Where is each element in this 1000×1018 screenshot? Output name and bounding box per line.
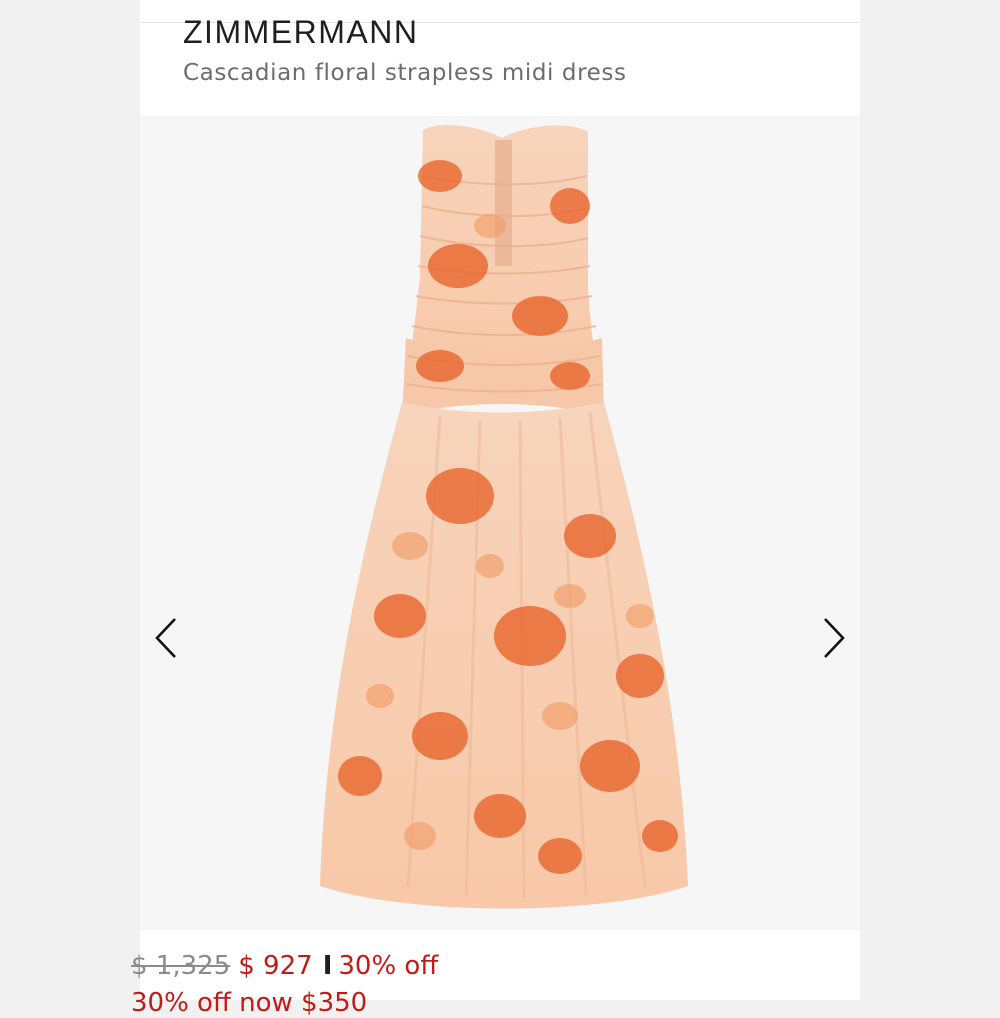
product-title: Cascadian floral strapless midi dress bbox=[183, 60, 627, 86]
price-row: $ 1,325 $ 927 I 30% off bbox=[131, 951, 438, 981]
discount-badge: 30% off bbox=[338, 951, 439, 981]
product-card: ZIMMERMANN Cascadian floral strapless mi… bbox=[140, 0, 860, 1000]
dress-image bbox=[320, 124, 688, 909]
secondary-discount-line: 30% off now $350 bbox=[131, 988, 368, 1018]
sale-price: $ 927 bbox=[238, 951, 313, 981]
product-image-gallery[interactable] bbox=[140, 116, 860, 930]
price-separator: I bbox=[322, 951, 333, 981]
chevron-left-icon[interactable] bbox=[146, 614, 186, 662]
brand-name[interactable]: ZIMMERMANN bbox=[183, 14, 418, 51]
original-price: $ 1,325 bbox=[131, 951, 231, 981]
chevron-right-icon[interactable] bbox=[814, 614, 854, 662]
